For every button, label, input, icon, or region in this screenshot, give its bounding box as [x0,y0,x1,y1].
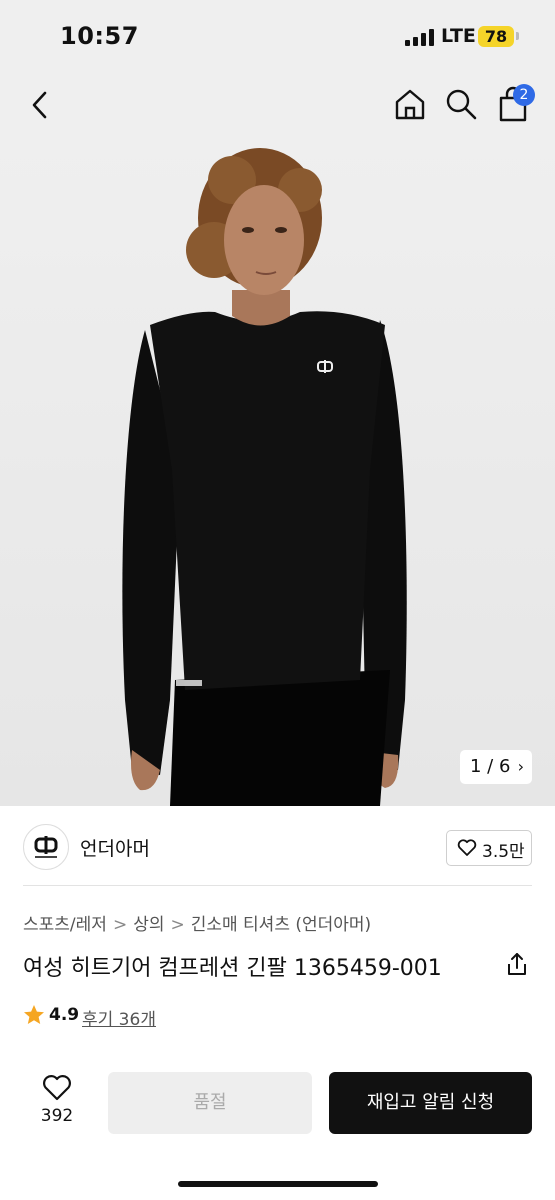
home-icon [395,89,425,120]
battery-nub [516,32,519,40]
brand-logo[interactable] [23,824,69,870]
star-icon [24,1005,44,1024]
heart-icon [457,839,477,856]
heart-icon [43,1075,71,1101]
chevron-right-icon: › [517,757,524,776]
status-time: 10:57 [60,22,139,50]
divider [23,885,532,886]
wishlist-count: 392 [40,1106,74,1126]
restock-alert-button[interactable]: 재입고 알림 신청 [329,1072,532,1134]
product-image-gallery[interactable]: 1 / 6 › [0,140,555,806]
breadcrumb-separator: > [112,915,128,935]
back-button[interactable] [26,88,56,122]
wishlist-button[interactable]: 392 [30,1070,84,1130]
share-button[interactable] [505,951,529,977]
review-count-link[interactable]: 후기 36개 [82,1005,156,1030]
cart-count-badge: 2 [513,84,535,106]
breadcrumb-item-tops[interactable]: 상의 [133,915,164,935]
home-button[interactable] [392,86,428,122]
image-pager[interactable]: 1 / 6 › [460,750,532,784]
breadcrumb: 스포츠/레저 > 상의 > 긴소매 티셔츠 (언더아머) [23,910,371,935]
status-bar: 10:57 LTE 78 [0,0,555,70]
breadcrumb-item-sports[interactable]: 스포츠/레저 [23,915,107,935]
product-title: 여성 히트기어 컴프레션 긴팔 1365459-001 [23,956,442,981]
brand-row: 언더아머 3.5만 [0,806,555,886]
breadcrumb-item-longsleeve[interactable]: 긴소매 티셔츠 (언더아머) [191,915,371,935]
network-label: LTE [441,25,476,47]
pager-label: 1 / 6 [470,756,511,777]
signal-icon [405,29,435,46]
search-button[interactable] [444,86,478,122]
soldout-button[interactable]: 품절 [108,1072,312,1134]
brand-like-count: 3.5만 [482,842,525,862]
battery-icon: 78 [478,26,514,47]
brand-name[interactable]: 언더아머 [80,834,150,861]
home-indicator [178,1181,378,1187]
back-arrow-icon [32,91,47,119]
share-icon [508,953,526,975]
app-header: 2 [0,70,555,140]
rating-value: 4.9 [49,1005,80,1025]
breadcrumb-separator: > [170,915,185,935]
under-armour-logo-icon [34,836,58,858]
product-photo [122,148,407,806]
cart-button[interactable]: 2 [494,84,535,124]
brand-like-button[interactable]: 3.5만 [446,830,532,866]
search-icon [446,89,477,120]
